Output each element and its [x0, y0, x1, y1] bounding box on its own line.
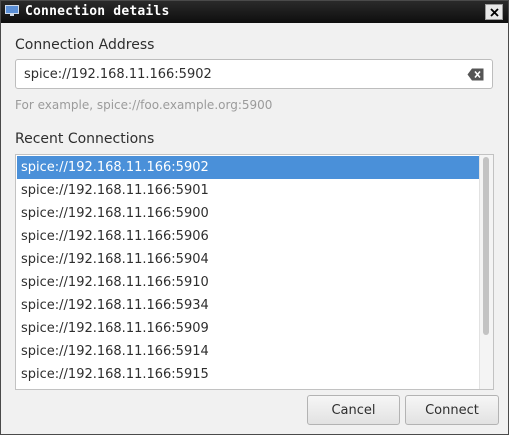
- recent-connection-item[interactable]: spice://192.168.11.166:5906: [17, 225, 480, 248]
- recent-connection-text: spice://192.168.11.166:5915: [21, 367, 209, 382]
- title-bar: Connection details: [1, 1, 508, 23]
- recent-connection-item[interactable]: spice://192.168.11.166:5904: [17, 248, 480, 271]
- recent-connection-text: spice://192.168.11.166:5910: [21, 275, 209, 290]
- scrollbar-thumb[interactable]: [483, 157, 489, 335]
- recent-connection-text: spice://192.168.11.166:5900: [21, 206, 209, 221]
- recent-connections-label: Recent Connections: [15, 131, 155, 147]
- connection-address-label: Connection Address: [15, 37, 155, 53]
- recent-connection-text: spice://192.168.11.166:5904: [21, 252, 209, 267]
- recent-connection-item[interactable]: spice://192.168.11.166:5909: [17, 317, 480, 340]
- recent-connection-text: spice://192.168.11.166:5909: [21, 321, 209, 336]
- close-button[interactable]: [485, 4, 503, 20]
- window-title: Connection details: [25, 4, 170, 19]
- connection-address-input[interactable]: spice://192.168.11.166:5902: [15, 59, 493, 89]
- recent-connection-item[interactable]: spice://192.168.11.166:5934: [17, 294, 480, 317]
- recent-connection-item[interactable]: spice://192.168.11.166:5901: [17, 179, 480, 202]
- monitor-icon: [5, 5, 19, 16]
- recent-connection-text: spice://192.168.11.166:5902: [21, 160, 209, 175]
- recent-connection-text: spice://192.168.11.166:5901: [21, 183, 209, 198]
- recent-connection-item[interactable]: spice://192.168.11.166:5914: [17, 340, 480, 363]
- recent-connection-item[interactable]: spice://192.168.11.166:5915: [17, 363, 480, 386]
- list-scrollbar[interactable]: [479, 155, 493, 389]
- recent-connection-text: spice://192.168.11.166:5934: [21, 298, 209, 313]
- connection-dialog: Connection details Connection Address sp…: [0, 0, 509, 435]
- connect-button[interactable]: Connect: [405, 395, 499, 425]
- connection-address-value[interactable]: spice://192.168.11.166:5902: [24, 67, 212, 82]
- cancel-button[interactable]: Cancel: [307, 395, 400, 425]
- clear-text-icon[interactable]: [467, 68, 484, 81]
- close-icon: [489, 7, 499, 17]
- recent-connection-text: spice://192.168.11.166:5914: [21, 344, 209, 359]
- address-hint: For example, spice://foo.example.org:590…: [15, 98, 273, 112]
- recent-connection-item[interactable]: spice://192.168.11.166:5902: [17, 156, 480, 179]
- recent-connections-list[interactable]: spice://192.168.11.166:5902 spice://192.1…: [15, 154, 494, 390]
- recent-connection-item[interactable]: spice://192.168.11.166:5900: [17, 202, 480, 225]
- recent-connection-text: spice://192.168.11.166:5906: [21, 229, 209, 244]
- recent-connection-item[interactable]: spice://192.168.11.166:5910: [17, 271, 480, 294]
